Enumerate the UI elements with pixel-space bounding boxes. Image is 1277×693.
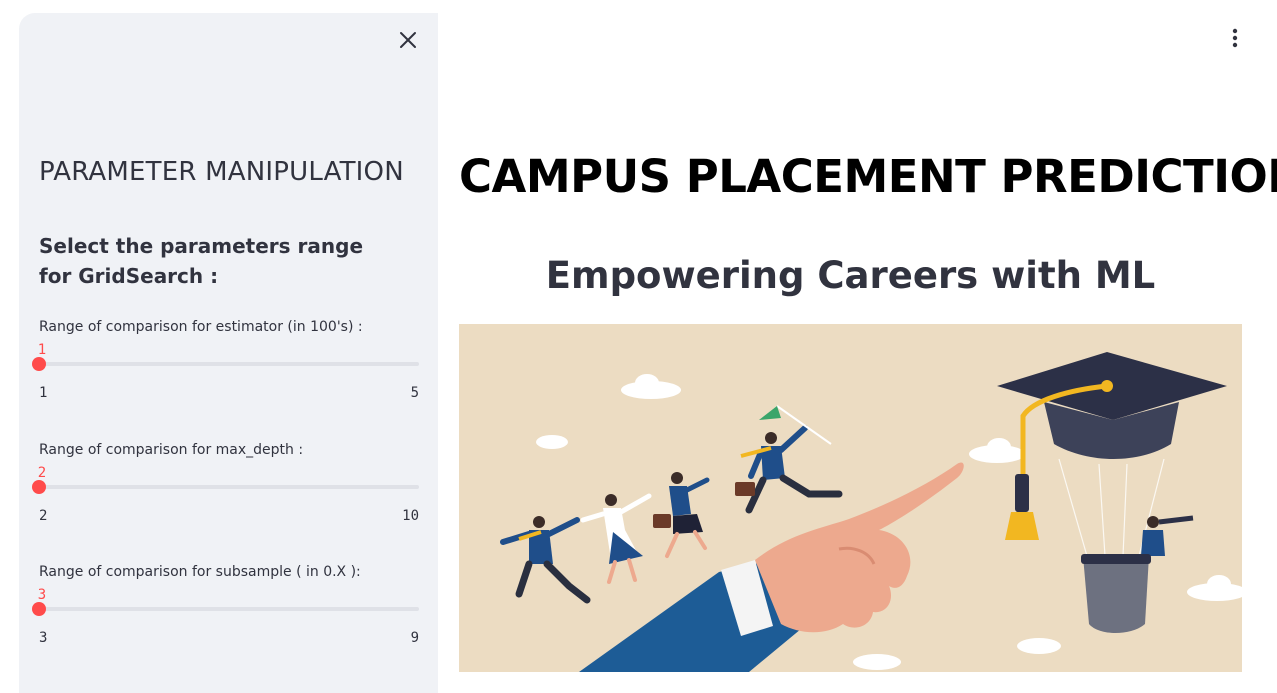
slider-max-value: 5 <box>410 385 419 401</box>
estimator-slider[interactable]: Range of comparison for estimator (in 10… <box>32 319 419 429</box>
slider-track[interactable] <box>39 485 419 489</box>
career-illustration-image <box>459 324 1242 672</box>
slider-max-value: 10 <box>402 508 419 524</box>
slider-min-value: 1 <box>39 385 48 401</box>
subsample-slider[interactable]: Range of comparison for subsample ( in 0… <box>32 564 419 674</box>
more-vertical-icon <box>1232 28 1238 48</box>
page-title: CAMPUS PLACEMENT PREDICTION <box>459 150 1277 203</box>
slider-label: Range of comparison for max_depth : <box>39 442 304 458</box>
slider-min-value: 3 <box>39 630 48 646</box>
sidebar-subtitle: Select the parameters range for GridSear… <box>39 234 364 288</box>
slider-current-value: 2 <box>37 465 47 481</box>
slider-current-value: 1 <box>37 342 47 358</box>
slider-thumb[interactable] <box>32 480 46 494</box>
slider-track[interactable] <box>39 362 419 366</box>
slider-label: Range of comparison for subsample ( in 0… <box>39 564 361 580</box>
close-icon <box>400 32 416 48</box>
sidebar-title: PARAMETER MANIPULATION <box>39 157 404 187</box>
main-menu-button[interactable] <box>1222 25 1248 51</box>
hero-illustration <box>459 324 1242 672</box>
slider-track[interactable] <box>39 607 419 611</box>
slider-max-value: 9 <box>410 630 419 646</box>
page-subtitle: Empowering Careers with ML <box>545 254 1156 297</box>
close-sidebar-button[interactable] <box>395 27 421 53</box>
slider-min-value: 2 <box>39 508 48 524</box>
slider-label: Range of comparison for estimator (in 10… <box>39 319 363 335</box>
max-depth-slider[interactable]: Range of comparison for max_depth : 2 2 … <box>32 442 419 552</box>
sidebar: PARAMETER MANIPULATION Select the parame… <box>19 13 438 693</box>
slider-current-value: 3 <box>37 587 47 603</box>
slider-thumb[interactable] <box>32 602 46 616</box>
slider-thumb[interactable] <box>32 357 46 371</box>
